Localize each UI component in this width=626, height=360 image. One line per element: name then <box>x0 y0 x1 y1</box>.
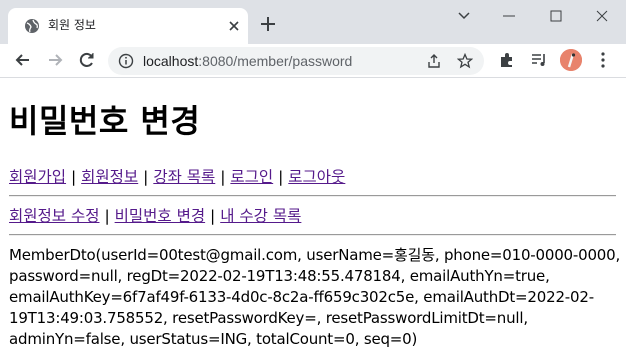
page-title: 비밀번호 변경 <box>9 102 201 140</box>
share-icon[interactable] <box>426 53 442 69</box>
forward-arrow-icon[interactable] <box>45 50 65 70</box>
profile-avatar[interactable] <box>560 49 582 71</box>
back-arrow-icon[interactable] <box>13 50 33 70</box>
url-text[interactable]: localhost:8080/member/password <box>143 53 352 69</box>
member-dto-line: 19T13:49:03.758552, resetPasswordKey=, r… <box>9 309 528 327</box>
info-icon[interactable] <box>118 53 134 69</box>
nav-link-my-courses[interactable]: 내 수강 목록 <box>220 207 301 225</box>
tab-title: 회원 정보 <box>48 18 96 32</box>
url-host: localhost <box>143 53 199 69</box>
member-dto-line: adminYn=false, userStatus=ING, totalCoun… <box>9 330 418 348</box>
member-dto-line: MemberDto(userId=00test@gmail.com, userN… <box>9 246 621 264</box>
maximize-button[interactable] <box>532 0 580 32</box>
url-path: :8080/member/password <box>198 53 353 69</box>
divider <box>9 195 616 197</box>
nav-link-member-info[interactable]: 회원정보 <box>81 168 138 186</box>
minimize-button[interactable] <box>485 0 533 32</box>
nav-link-edit-member-info[interactable]: 회원정보 수정 <box>9 207 100 225</box>
nav-link-change-password[interactable]: 비밀번호 변경 <box>115 207 206 225</box>
chevron-down-icon <box>458 12 470 20</box>
nav-link-signup[interactable]: 회원가입 <box>9 168 66 186</box>
member-dto-line: emailAuthKey=6f7af49f-6133-4d0c-8c2a-ff6… <box>9 288 594 306</box>
close-tab-icon[interactable] <box>226 18 242 34</box>
address-bar[interactable]: localhost:8080/member/password <box>108 47 484 75</box>
tab-strip: 회원 정보 <box>0 0 626 44</box>
nav-separator: | <box>70 168 77 186</box>
new-tab-icon[interactable] <box>258 14 278 34</box>
page-content: 비밀번호 변경 회원가입 | 회원정보 | 강좌 목록 | 로그인 | 로그아웃… <box>0 79 626 360</box>
nav-separator: | <box>210 207 216 225</box>
maximize-icon <box>550 10 562 22</box>
member-dto-text: MemberDto(userId=00test@gmail.com, userN… <box>9 245 621 350</box>
nav-link-login[interactable]: 로그인 <box>230 168 273 186</box>
main-nav: 회원가입 | 회원정보 | 강좌 목록 | 로그인 | 로그아웃 <box>9 167 345 187</box>
nav-separator: | <box>104 207 110 225</box>
nav-link-course-list[interactable]: 강좌 목록 <box>153 168 215 186</box>
more-menu-icon[interactable] <box>593 50 613 70</box>
tab-search-button[interactable] <box>440 0 488 32</box>
member-dto-line: password=null, regDt=2022-02-19T13:48:55… <box>9 267 550 285</box>
browser-tab[interactable]: 회원 정보 <box>8 8 248 44</box>
close-icon <box>596 10 608 22</box>
bookmark-star-icon[interactable] <box>457 53 473 69</box>
nav-separator: | <box>143 168 149 186</box>
avatar-image-icon <box>560 49 582 71</box>
minimize-icon <box>503 15 515 17</box>
media-control-icon[interactable] <box>529 50 549 70</box>
nav-link-logout[interactable]: 로그아웃 <box>288 168 345 186</box>
nav-separator: | <box>278 168 284 186</box>
globe-icon <box>25 19 39 33</box>
browser-toolbar: localhost:8080/member/password <box>0 44 626 78</box>
reload-icon[interactable] <box>77 50 97 70</box>
nav-separator: | <box>220 168 226 186</box>
sub-nav: 회원정보 수정 | 비밀번호 변경 | 내 수강 목록 <box>9 206 301 226</box>
divider <box>9 234 616 236</box>
close-window-button[interactable] <box>578 0 626 32</box>
extensions-puzzle-icon[interactable] <box>497 50 517 70</box>
